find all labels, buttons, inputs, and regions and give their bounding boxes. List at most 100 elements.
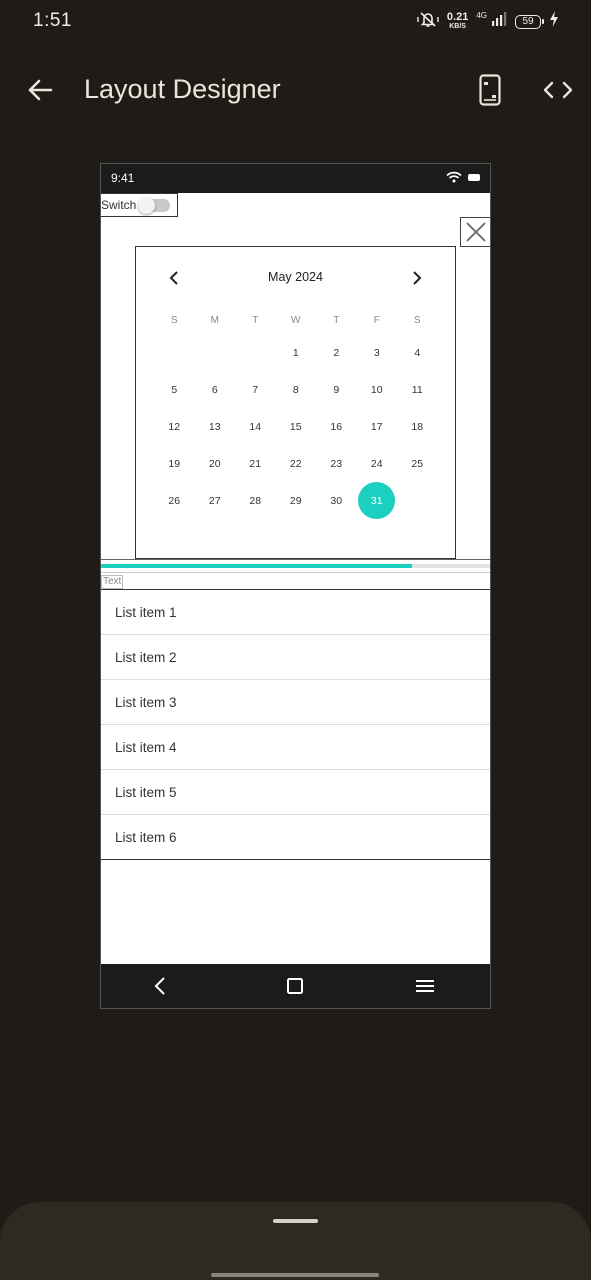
calendar-day[interactable]: 2 <box>316 335 357 371</box>
calendar-day[interactable]: 29 <box>276 483 317 519</box>
signal-icon <box>491 11 507 32</box>
nav-home-button[interactable] <box>280 972 310 1000</box>
calendar-day[interactable]: 28 <box>235 483 276 519</box>
preview-navigation-bar <box>101 964 490 1008</box>
back-button[interactable] <box>22 72 58 108</box>
network-type: 4G <box>476 11 487 20</box>
divider <box>101 559 490 560</box>
switch-toggle[interactable] <box>138 196 171 214</box>
calendar-day[interactable]: 13 <box>195 409 236 445</box>
progress-fill <box>101 564 413 568</box>
close-image-widget[interactable] <box>460 217 490 247</box>
calendar-empty-cell <box>154 335 195 371</box>
calendar-day[interactable]: 6 <box>195 372 236 408</box>
list-item[interactable]: List item 3 <box>101 680 490 725</box>
calendar-week-row: 19 20 21 22 23 24 25 <box>154 445 438 482</box>
calendar-day[interactable]: 16 <box>316 409 357 445</box>
calendar-day[interactable]: 12 <box>154 409 195 445</box>
nav-back-button[interactable] <box>145 972 175 1000</box>
next-month-button[interactable] <box>407 265 427 291</box>
weekday-label: S <box>170 314 178 326</box>
app-bar: Layout Designer <box>0 60 591 120</box>
calendar-day[interactable]: 10 <box>357 372 398 408</box>
calendar-day[interactable]: 14 <box>235 409 276 445</box>
calendar-day[interactable]: 24 <box>357 446 398 482</box>
nav-back-icon <box>154 977 165 995</box>
calendar-day[interactable]: 26 <box>154 483 195 519</box>
list-view[interactable]: List item 1 List item 2 List item 3 List… <box>101 589 490 860</box>
text-view[interactable]: Text <box>101 575 124 589</box>
back-arrow-icon <box>28 79 53 101</box>
calendar-empty-cell <box>235 335 276 371</box>
view-code-button[interactable] <box>536 70 580 110</box>
calendar-day-selected[interactable]: 31 <box>357 482 398 520</box>
calendar-day[interactable]: 17 <box>357 409 398 445</box>
list-item[interactable]: List item 5 <box>101 770 490 815</box>
calendar-day[interactable]: 18 <box>397 409 438 445</box>
list-item[interactable]: List item 1 <box>101 590 490 635</box>
divider <box>101 572 490 573</box>
calendar-day[interactable]: 5 <box>154 372 195 408</box>
gesture-bar[interactable] <box>211 1273 379 1277</box>
calendar-day[interactable]: 7 <box>235 372 276 408</box>
weekday-header-row: S M T W T F S <box>154 305 438 335</box>
close-icon <box>465 222 486 242</box>
calendar-day[interactable]: 9 <box>316 372 357 408</box>
status-icons: 0.21 KB/S 4G 59 <box>417 10 559 33</box>
device-icon <box>479 74 501 106</box>
list-item[interactable]: List item 2 <box>101 635 490 680</box>
preview-battery-icon <box>468 173 480 181</box>
preview-status-bar: 9:41 <box>101 164 490 193</box>
calendar-widget[interactable]: May 2024 S M T W T F S 1 2 3 4 5 6 7 8 9 10 11 12 13… <box>135 246 456 559</box>
preview-canvas[interactable]: Switch May 2024 S M T W T F S 1 2 3 4 5 … <box>101 193 490 964</box>
calendar-week-row: 26 27 28 29 30 31 <box>154 482 438 520</box>
weekday-label: T <box>252 314 259 326</box>
switch-label: Switch <box>101 198 137 212</box>
device-preview-button[interactable] <box>470 70 510 110</box>
calendar-day[interactable]: 15 <box>276 409 317 445</box>
weekday-label: W <box>291 314 301 326</box>
calendar-day[interactable]: 27 <box>195 483 236 519</box>
status-time: 1:51 <box>33 10 72 31</box>
charging-icon <box>549 11 559 32</box>
calendar-grid: S M T W T F S 1 2 3 4 5 6 7 8 9 10 11 12 13 14 15 16 17 1… <box>154 305 438 520</box>
bottom-sheet[interactable] <box>0 1202 591 1280</box>
switch-thumb <box>138 196 156 214</box>
calendar-day[interactable]: 25 <box>397 446 438 482</box>
battery-icon: 59 <box>515 14 544 29</box>
calendar-day[interactable]: 21 <box>235 446 276 482</box>
calendar-empty-cell <box>397 483 438 519</box>
device-preview: 9:41 Switch May 2024 S M T W T F S 1 2 3… <box>100 163 491 1009</box>
switch-widget[interactable]: Switch <box>101 193 178 217</box>
nav-menu-button[interactable] <box>410 972 440 1000</box>
calendar-day[interactable]: 22 <box>276 446 317 482</box>
calendar-day[interactable]: 30 <box>316 483 357 519</box>
calendar-day[interactable]: 1 <box>276 335 317 371</box>
calendar-week-row: 1234 <box>154 335 438 372</box>
calendar-day[interactable]: 19 <box>154 446 195 482</box>
calendar-day[interactable]: 11 <box>397 372 438 408</box>
list-item[interactable]: List item 4 <box>101 725 490 770</box>
wifi-icon <box>446 171 462 183</box>
status-bar: 1:51 0.21 KB/S 4G 59 <box>0 0 591 44</box>
weekday-label: T <box>333 314 340 326</box>
code-icon <box>543 81 573 99</box>
calendar-empty-cell <box>195 335 236 371</box>
calendar-day[interactable]: 3 <box>357 335 398 371</box>
list-item[interactable]: List item 6 <box>101 815 490 860</box>
mute-vibrate-icon <box>417 10 439 33</box>
calendar-header: May 2024 <box>136 265 455 291</box>
page-title: Layout Designer <box>84 74 281 104</box>
nav-home-icon <box>287 978 303 994</box>
calendar-week-row: 12 13 14 15 16 17 18 <box>154 409 438 446</box>
calendar-day[interactable]: 23 <box>316 446 357 482</box>
sheet-drag-handle[interactable] <box>273 1219 318 1223</box>
chevron-right-icon <box>413 271 422 285</box>
nav-menu-icon <box>416 980 434 992</box>
calendar-day[interactable]: 8 <box>276 372 317 408</box>
calendar-day[interactable]: 20 <box>195 446 236 482</box>
network-speed: 0.21 KB/S <box>446 10 469 30</box>
weekday-label: M <box>210 314 219 326</box>
calendar-day[interactable]: 4 <box>397 335 438 371</box>
preview-status-time: 9:41 <box>111 171 135 185</box>
